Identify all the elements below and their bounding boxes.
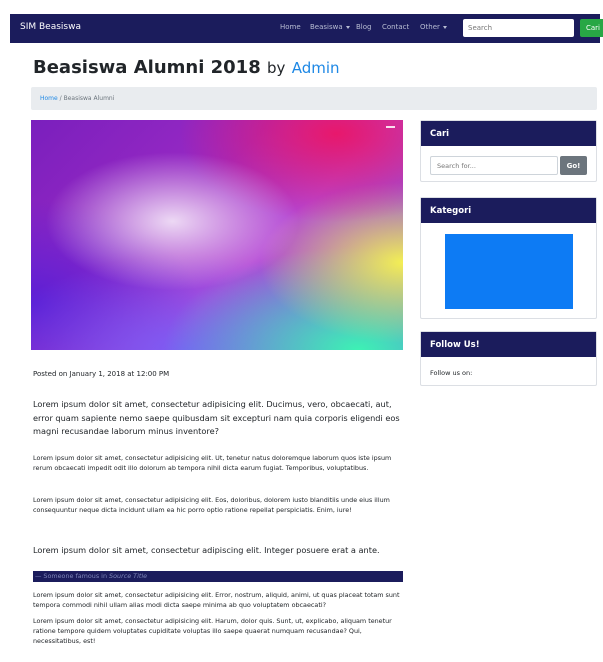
breadcrumb: Home / Beasiswa Alumni [31, 87, 597, 110]
follow-widget-header: Follow Us! [421, 332, 596, 357]
post-paragraph: Lorem ipsum dolor sit amet, consectetur … [33, 617, 392, 646]
chevron-down-icon [442, 25, 447, 29]
nav-link-other[interactable]: Other [420, 23, 447, 31]
blockquote-text: Lorem ipsum dolor sit amet, consectetur … [33, 545, 380, 555]
blockquote-footer-prefix: — Someone famous in [35, 572, 110, 580]
post-paragraph: Lorem ipsum dolor sit amet, consectetur … [33, 591, 400, 610]
post-title: Beasiswa Alumni 2018 [33, 57, 261, 78]
breadcrumb-separator: / [59, 95, 62, 102]
navbar-search-input[interactable] [463, 19, 574, 37]
nav-link-other-label: Other [420, 23, 440, 31]
breadcrumb-home-link[interactable]: Home [40, 95, 58, 102]
nav-link-beasiswa-label: Beasiswa [310, 23, 343, 31]
search-widget-header: Cari [421, 121, 596, 146]
chevron-down-icon [345, 25, 350, 29]
navbar-search-button[interactable]: Cari [580, 19, 603, 37]
nav-link-blog[interactable]: Blog [356, 23, 371, 31]
post-author-link[interactable]: Admin [292, 59, 340, 77]
navbar: SIM Beasiswa Home Beasiswa Blog Contact … [10, 14, 603, 43]
image-marker [386, 126, 395, 128]
page-title: Beasiswa Alumni 2018 by Admin [33, 57, 340, 78]
post-paragraph: Lorem ipsum dolor sit amet, consectetur … [33, 454, 392, 473]
follow-widget: Follow Us! Follow us on: [420, 331, 597, 386]
post-paragraph: Lorem ipsum dolor sit amet, consectetur … [33, 496, 390, 515]
blockquote-source-title: Source Title [109, 572, 148, 580]
navbar-brand[interactable]: SIM Beasiswa [20, 22, 81, 32]
post-by-label: by [267, 59, 286, 77]
nav-link-beasiswa[interactable]: Beasiswa [310, 23, 350, 31]
kategori-content-block [445, 234, 573, 309]
post-hero-image [31, 120, 403, 350]
follow-text: Follow us on: [430, 369, 473, 377]
blockquote-footer: — Someone famous in Source Title [33, 571, 403, 582]
sidebar-search-input[interactable] [430, 156, 558, 175]
nav-link-contact[interactable]: Contact [382, 23, 409, 31]
breadcrumb-current: Beasiswa Alumni [63, 95, 115, 102]
nav-link-home[interactable]: Home [280, 23, 301, 31]
kategori-widget-header: Kategori [421, 198, 596, 223]
sidebar-search-go-button[interactable]: Go! [560, 156, 587, 175]
search-widget: Cari Go! [420, 120, 597, 182]
kategori-widget: Kategori [420, 197, 597, 319]
post-lead-paragraph: Lorem ipsum dolor sit amet, consectetur … [33, 399, 400, 436]
post-date: Posted on January 1, 2018 at 12:00 PM [33, 370, 170, 378]
